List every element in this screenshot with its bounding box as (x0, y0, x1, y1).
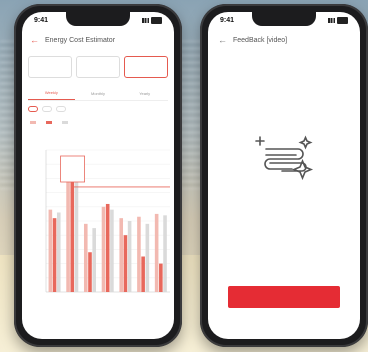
period-tabs: Weekly Monthly Yearly (28, 86, 168, 101)
chart-bar (83, 223, 88, 292)
app-header: ← FeedBack [video] (208, 30, 360, 50)
back-arrow-icon[interactable]: ← (218, 35, 227, 45)
chart-bar (88, 252, 92, 292)
phone-notch (252, 12, 316, 26)
phone-right: 9:41 ← FeedBack [video] (200, 4, 368, 347)
status-icons (328, 16, 348, 24)
signal-icon (328, 17, 335, 23)
chart-bar (163, 215, 167, 292)
chart-bar (137, 216, 141, 292)
chart-bar (56, 212, 61, 292)
filter-chip-1[interactable] (28, 106, 38, 112)
status-time: 9:41 (220, 16, 235, 24)
energy-estimator-screen: 9:41 ← Energy Cost Estimator Weekly Mont… (22, 12, 174, 339)
chart-bar (52, 218, 57, 292)
chart-bar (101, 206, 106, 292)
summary-card-1[interactable] (28, 56, 72, 78)
filter-chips (28, 106, 168, 112)
status-icons (142, 16, 162, 24)
page-title: Energy Cost Estimator (45, 36, 116, 44)
chart-bar (154, 213, 159, 292)
chart-bar (92, 228, 96, 292)
legend-item-1 (30, 120, 38, 125)
chart-bar (119, 218, 124, 292)
primary-action-button[interactable] (228, 286, 340, 308)
summary-card-2[interactable] (76, 56, 120, 78)
chart-bar (105, 203, 110, 292)
phone-notch (66, 12, 130, 26)
battery-icon (337, 16, 348, 24)
filter-chip-3[interactable] (56, 106, 66, 112)
feedback-screen: 9:41 ← FeedBack [video] (208, 12, 360, 339)
legend-item-2 (46, 120, 54, 125)
summary-cards (28, 56, 168, 78)
energy-bar-chart[interactable] (26, 126, 174, 316)
sparkle-lines-icon (255, 135, 314, 181)
chart-bar (74, 178, 79, 292)
signal-icon (142, 17, 149, 23)
page-title: FeedBack [video] (233, 36, 288, 44)
legend-item-3 (62, 120, 70, 125)
chart-bar (145, 223, 150, 292)
status-time: 9:41 (34, 16, 49, 24)
summary-card-3[interactable] (124, 56, 168, 78)
tab-monthly[interactable]: Monthly (75, 86, 122, 100)
chart-bar (123, 235, 128, 292)
tab-yearly[interactable]: Yearly (121, 86, 168, 100)
phone-left: 9:41 ← Energy Cost Estimator Weekly Mont… (14, 4, 182, 347)
battery-icon (151, 16, 162, 24)
app-header: ← Energy Cost Estimator (22, 30, 174, 50)
chart-bar (159, 263, 163, 292)
chart-legend (30, 120, 168, 125)
chart-bar (70, 172, 75, 292)
chart-bar (110, 209, 114, 292)
tab-weekly[interactable]: Weekly (28, 86, 75, 100)
filter-chip-2[interactable] (42, 106, 52, 112)
chart-bar (141, 256, 145, 292)
chart-tooltip-box (60, 155, 85, 183)
chart-bar (48, 209, 53, 292)
chart-bar (127, 221, 132, 292)
back-arrow-icon[interactable]: ← (30, 35, 39, 45)
